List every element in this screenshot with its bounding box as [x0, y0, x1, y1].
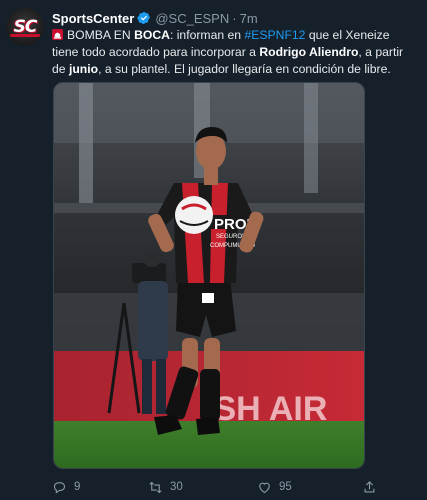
retweet-button[interactable]: 30	[148, 479, 183, 495]
tweet-text-bold: Rodrigo Aliendro	[259, 45, 359, 59]
tweet-card[interactable]: SC SportsCenter @SC_ESPN · 7m BOMBA EN B…	[0, 0, 427, 500]
timestamp[interactable]: 7m	[240, 11, 258, 26]
reply-button[interactable]: 9	[52, 479, 80, 495]
like-button[interactable]: 95	[257, 479, 292, 495]
heart-icon	[259, 482, 270, 493]
tweet-header: SportsCenter @SC_ESPN · 7m	[52, 9, 258, 27]
tweet-text-bold: BOCA	[134, 28, 170, 42]
tweet-actions: 9 30 95	[52, 479, 382, 495]
tweet-text-segment: : informan en	[169, 28, 245, 42]
avatar[interactable]: SC	[6, 8, 44, 46]
retweet-icon	[149, 481, 162, 493]
reply-count: 9	[74, 481, 81, 493]
tweet-text-bold: junio	[68, 62, 99, 76]
display-name[interactable]: SportsCenter	[52, 11, 134, 26]
share-icon	[364, 480, 375, 492]
player-photo: ISH AIR PROF SEGUROS COMPUMUNDO	[54, 83, 364, 468]
tweet-text-segment: BOMBA EN	[67, 28, 135, 42]
handle[interactable]: @SC_ESPN	[155, 11, 229, 26]
tweet-text-segment: , a su plantel. El jugador llegaría en c…	[98, 62, 391, 76]
retweet-count: 30	[170, 481, 183, 493]
like-count: 95	[279, 481, 292, 493]
tweet-text: BOMBA EN BOCA: informan en #ESPNF12 que …	[52, 27, 414, 78]
tweet-text-content: BOMBA EN BOCA: informan en #ESPNF12 que …	[52, 28, 403, 76]
reply-icon	[53, 481, 66, 494]
share-button[interactable]	[362, 479, 377, 495]
tweet-photo[interactable]: ISH AIR PROF SEGUROS COMPUMUNDO	[53, 82, 365, 469]
avatar-logo-swoosh	[10, 34, 40, 37]
siren-icon	[52, 29, 63, 40]
separator-dot: ·	[232, 10, 237, 26]
hashtag-link[interactable]: #ESPNF12	[244, 28, 305, 42]
verified-badge-icon	[137, 12, 151, 24]
